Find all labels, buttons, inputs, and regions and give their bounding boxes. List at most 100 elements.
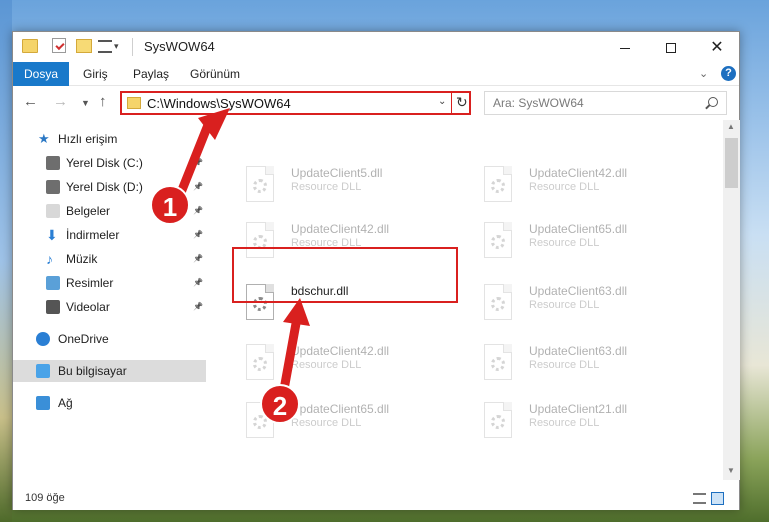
navigation-bar: ← → ▼ ↑ C:\Windows\SysWOW64 ⌄ ↻ Ara: Sys… xyxy=(13,87,739,119)
large-icons-view-icon[interactable] xyxy=(711,492,724,505)
sidebar-item[interactable]: Ağ xyxy=(13,392,206,414)
file-name: UpdateClient5.dll xyxy=(291,166,383,180)
pin-icon[interactable]: 📌 xyxy=(193,200,203,222)
file-item[interactable]: UpdateClient5.dll Resource DLL xyxy=(241,160,466,216)
file-item[interactable]: UpdateClient63.dll Resource DLL xyxy=(479,338,704,394)
file-item[interactable]: UpdateClient42.dll Resource DLL xyxy=(479,160,704,216)
file-type: Resource DLL xyxy=(529,417,600,429)
help-icon[interactable]: ? xyxy=(721,66,736,81)
scroll-up-icon[interactable]: ▲ xyxy=(727,122,735,131)
sidebar-item[interactable]: Videolar 📌 xyxy=(13,296,206,318)
sidebar-item-label: Belgeler xyxy=(66,204,111,218)
sidebar-item[interactable]: Resimler 📌 xyxy=(13,272,206,294)
minimize-button[interactable] xyxy=(602,32,648,62)
sidebar-item[interactable]: Bu bilgisayar xyxy=(13,360,206,382)
search-input[interactable]: Ara: SysWOW64 xyxy=(484,91,727,115)
sidebar-item-label: Yerel Disk (C:) xyxy=(66,156,143,170)
file-type: Resource DLL xyxy=(529,359,600,371)
file-name: UpdateClient21.dll xyxy=(529,402,628,416)
cloud-icon xyxy=(36,332,50,346)
file-type: Resource DLL xyxy=(529,237,600,249)
title-bar: ▾ SysWOW64 ✕ xyxy=(13,32,739,62)
title-separator xyxy=(132,38,133,56)
search-icon[interactable] xyxy=(708,97,718,107)
ribbon: Dosya Giriş Paylaş Görünüm ⌄ ? xyxy=(13,62,739,86)
pin-icon[interactable]: 📌 xyxy=(193,248,203,270)
drive-icon xyxy=(46,156,60,170)
file-type: Resource DLL xyxy=(529,181,600,193)
sidebar-item[interactable]: Yerel Disk (C:) 📌 xyxy=(13,152,206,174)
navigation-pane: ★ Hızlı erişim Yerel Disk (C:) 📌 Yerel Disk … xyxy=(13,128,206,478)
gear-icon xyxy=(491,235,505,249)
dll-file-icon xyxy=(484,166,512,202)
pin-icon[interactable]: 📌 xyxy=(193,272,203,294)
download-icon: ⬇ xyxy=(46,227,58,243)
sidebar-item-label: Ağ xyxy=(58,396,73,410)
star-icon: ★ xyxy=(38,131,50,146)
new-folder-icon[interactable] xyxy=(76,39,92,53)
document-icon xyxy=(46,204,60,218)
dll-file-icon xyxy=(484,344,512,380)
details-view-icon[interactable] xyxy=(693,493,706,504)
pin-icon[interactable]: 📌 xyxy=(193,152,203,174)
quick-access-dropdown-icon[interactable]: ▾ xyxy=(114,41,124,51)
close-button[interactable]: ✕ xyxy=(694,32,740,62)
sidebar-item[interactable]: ⬇ İndirmeler 📌 xyxy=(13,224,206,246)
file-item[interactable]: UpdateClient21.dll Resource DLL xyxy=(479,396,704,452)
desktop-background xyxy=(0,0,12,522)
address-separator xyxy=(451,93,452,113)
tab-share[interactable]: Paylaş xyxy=(133,62,169,86)
address-dropdown-icon[interactable]: ⌄ xyxy=(438,96,446,107)
maximize-button[interactable] xyxy=(648,32,694,62)
scroll-thumb[interactable] xyxy=(725,138,738,188)
view-icon[interactable] xyxy=(98,40,112,53)
forward-arrow-icon[interactable]: → xyxy=(53,93,68,110)
file-name: UpdateClient65.dll xyxy=(291,402,390,416)
properties-icon[interactable] xyxy=(52,38,66,53)
address-path[interactable]: C:\Windows\SysWOW64 xyxy=(147,96,291,111)
status-bar: 109 öğe xyxy=(13,488,739,510)
maximize-icon xyxy=(666,43,676,54)
recent-locations-icon[interactable]: ▼ xyxy=(81,98,90,108)
scroll-down-icon[interactable]: ▼ xyxy=(727,466,735,475)
address-bar[interactable]: C:\Windows\SysWOW64 ⌄ ↻ xyxy=(120,91,471,115)
refresh-icon[interactable]: ↻ xyxy=(456,94,468,111)
file-item[interactable]: UpdateClient63.dll Resource DLL xyxy=(479,278,704,334)
pin-icon[interactable]: 📌 xyxy=(193,176,203,198)
highlight-box xyxy=(232,247,458,303)
back-arrow-icon[interactable]: ← xyxy=(23,93,38,110)
file-name: UpdateClient42.dll xyxy=(291,222,390,236)
sidebar-item[interactable]: ★ Hızlı erişim xyxy=(13,128,206,150)
file-name: UpdateClient42.dll xyxy=(529,166,628,180)
file-list: UpdateClient5.dll Resource DLL UpdateClien… xyxy=(221,124,723,484)
up-arrow-icon[interactable]: ↑ xyxy=(99,93,107,110)
pin-icon[interactable]: 📌 xyxy=(193,296,203,318)
ribbon-expand-icon[interactable]: ⌄ xyxy=(699,67,708,80)
sidebar-item-label: Bu bilgisayar xyxy=(58,364,127,378)
close-icon: ✕ xyxy=(710,39,724,56)
file-item[interactable]: UpdateClient65.dll Resource DLL xyxy=(479,216,704,272)
tab-file[interactable]: Dosya xyxy=(13,62,69,86)
gear-icon xyxy=(491,297,505,311)
tab-view[interactable]: Görünüm xyxy=(190,62,240,86)
dll-file-icon xyxy=(246,166,274,202)
sidebar-item-label: Resimler xyxy=(66,276,114,290)
file-name: UpdateClient65.dll xyxy=(529,222,628,236)
network-icon xyxy=(36,396,50,410)
gear-icon xyxy=(491,415,505,429)
pin-icon[interactable]: 📌 xyxy=(193,224,203,246)
dll-file-icon xyxy=(484,284,512,320)
minimize-icon xyxy=(620,47,630,49)
sidebar-item[interactable]: ♪ Müzik 📌 xyxy=(13,248,206,270)
file-name: UpdateClient63.dll xyxy=(529,284,628,298)
vertical-scrollbar[interactable]: ▲ ▼ xyxy=(723,120,740,480)
file-name: UpdateClient42.dll xyxy=(291,344,390,358)
dll-file-icon xyxy=(246,344,274,380)
drive-icon xyxy=(46,180,60,194)
sidebar-item[interactable]: OneDrive xyxy=(13,328,206,350)
file-type: Resource DLL xyxy=(529,299,600,311)
pictures-icon xyxy=(46,276,60,290)
sidebar-item-label: Yerel Disk (D:) xyxy=(66,180,143,194)
gear-icon xyxy=(253,357,267,371)
tab-home[interactable]: Giriş xyxy=(83,62,108,86)
